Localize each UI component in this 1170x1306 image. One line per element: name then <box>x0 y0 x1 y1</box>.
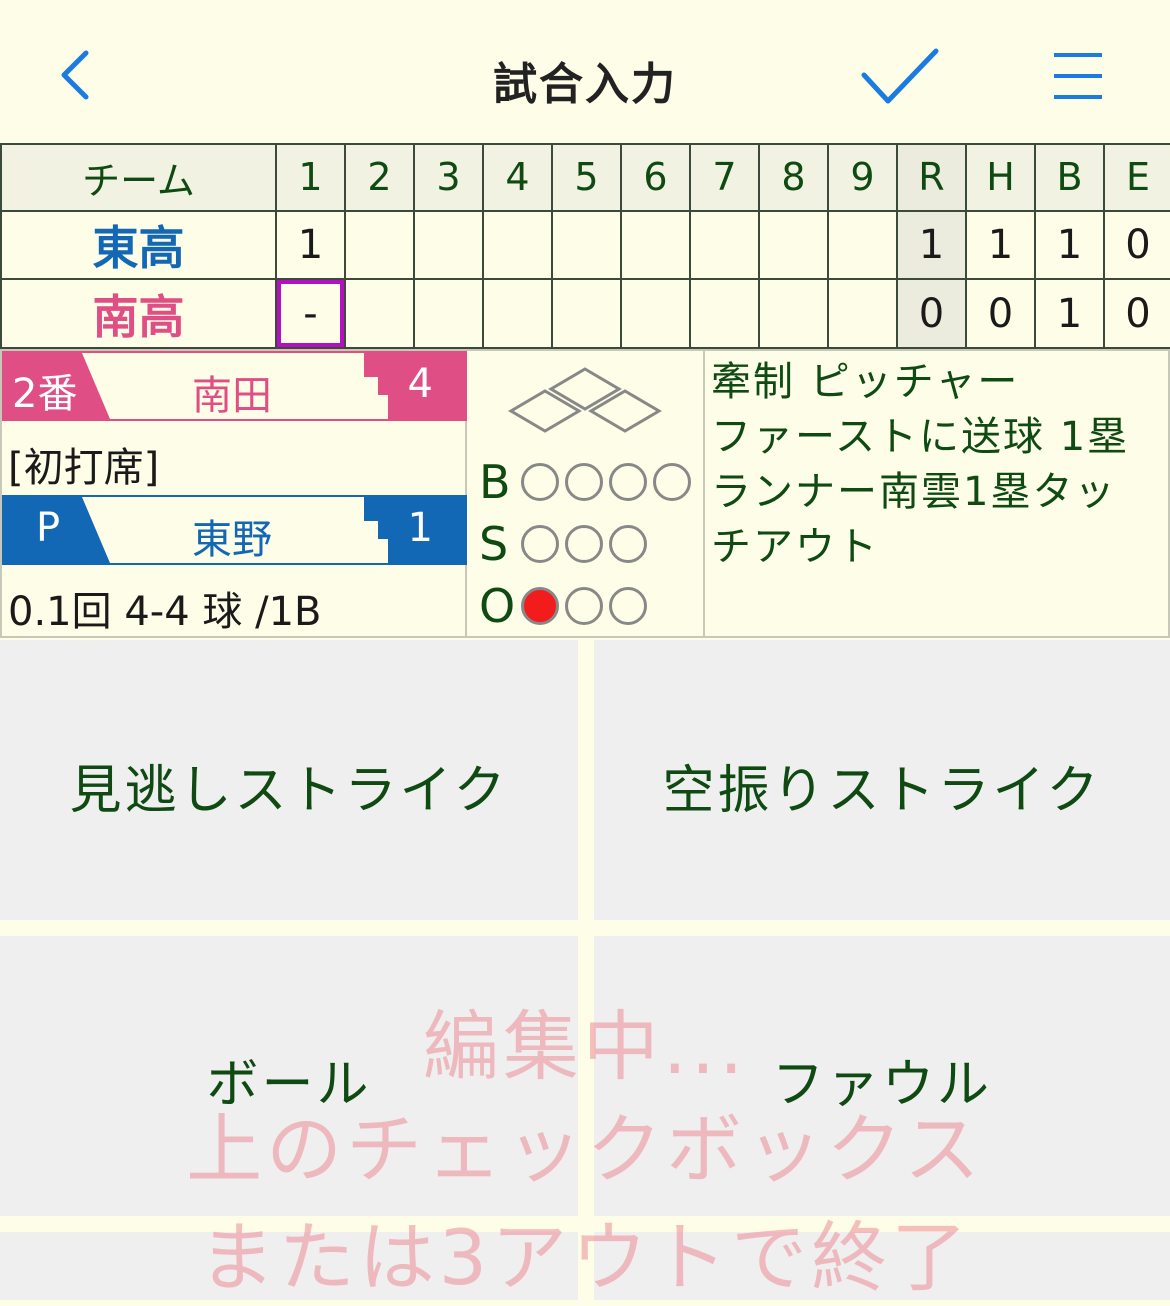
inning-cell[interactable] <box>689 209 760 281</box>
pitcher-number: 1 <box>407 505 433 551</box>
called-strike-button[interactable]: 見逃しストライク <box>0 640 578 920</box>
play-description: 牽制 ピッチャー ファーストに送球 1塁 ランナー南雲1塁タッ チアウト <box>711 355 1151 575</box>
inning-cell[interactable] <box>482 209 553 281</box>
inning-cell-selected[interactable]: - <box>275 278 346 349</box>
score-row-away: 東高 1 1 1 1 0 <box>0 209 1170 281</box>
count-panel: B S O <box>467 349 703 638</box>
hits-total-home: 0 <box>965 278 1036 349</box>
batter-bar[interactable]: 2番 南田 4 <box>2 351 467 421</box>
ball-dot[interactable] <box>653 463 691 501</box>
swinging-strike-button[interactable]: 空振りストライク <box>594 640 1170 920</box>
strike-dot[interactable] <box>565 525 603 563</box>
walks-total-home: 1 <box>1034 278 1105 349</box>
header-hits: H <box>965 143 1036 212</box>
batting-order: 2番 <box>12 371 78 417</box>
ball-dot[interactable] <box>609 463 647 501</box>
hits-total-away: 1 <box>965 209 1036 281</box>
header-inning-4: 4 <box>482 143 553 212</box>
inning-cell[interactable] <box>620 278 691 349</box>
foul-label-text: ファウル <box>771 1055 992 1115</box>
play-line: チアウト <box>711 524 879 570</box>
inning-cell[interactable] <box>344 209 415 281</box>
out-dot[interactable] <box>521 587 559 625</box>
batter-name: 南田 <box>192 373 272 419</box>
player-info-panel: 2番 南田 4 [初打席] P 東野 1 0.1回 4-4 球 /1B <box>0 349 467 638</box>
out-label: O <box>479 579 516 633</box>
pitcher-name: 東野 <box>192 517 272 563</box>
play-description-panel: 牽制 ピッチャー ファーストに送球 1塁 ランナー南雲1塁タッ チアウト <box>703 349 1170 638</box>
inning-cell[interactable] <box>758 209 829 281</box>
header-errors: E <box>1103 143 1170 212</box>
inning-cell[interactable] <box>689 278 760 349</box>
batter-position: 4 <box>407 361 433 407</box>
pitcher-label: P <box>36 505 61 551</box>
nav-bar: 試合入力 <box>0 0 1170 145</box>
checkmark-icon <box>861 48 939 104</box>
header-inning-9: 9 <box>827 143 898 212</box>
inning-cell[interactable] <box>413 209 484 281</box>
play-line: 牽制 ピッチャー <box>711 359 1020 405</box>
batter-note: [初打席] <box>8 445 160 491</box>
hamburger-menu-icon <box>1054 53 1102 99</box>
play-line: ファーストに送球 1塁 <box>711 414 1130 460</box>
header-walks: B <box>1034 143 1105 212</box>
extra-button-right[interactable] <box>594 1232 1170 1300</box>
header-inning-2: 2 <box>344 143 415 212</box>
called-strike-label: 見逃しストライク <box>69 761 509 821</box>
pitcher-bar[interactable]: P 東野 1 <box>2 495 467 565</box>
inning-cell[interactable] <box>413 278 484 349</box>
inning-cell[interactable] <box>551 278 622 349</box>
header-inning-6: 6 <box>620 143 691 212</box>
base-diamond-icon[interactable] <box>495 365 675 435</box>
page-title: 試合入力 <box>493 59 677 110</box>
inning-cell[interactable] <box>620 209 691 281</box>
header-team: チーム <box>0 143 277 212</box>
ball-label-text: ボール <box>206 1055 372 1115</box>
team-name-home: 南高 <box>0 278 277 349</box>
errors-total-home: 0 <box>1103 278 1170 349</box>
score-row-home: 南高 - 0 0 1 0 <box>0 278 1170 349</box>
team-name-away: 東高 <box>0 209 277 281</box>
strike-label: S <box>479 517 509 571</box>
runs-total-home: 0 <box>896 278 967 349</box>
strike-dot[interactable] <box>609 525 647 563</box>
out-dot[interactable] <box>565 587 603 625</box>
confirm-button[interactable] <box>860 45 940 107</box>
scoreboard-header: チーム 1 2 3 4 5 6 7 8 9 R H B E <box>0 143 1170 212</box>
scoreboard: チーム 1 2 3 4 5 6 7 8 9 R H B E 東高 1 1 1 1… <box>0 143 1170 349</box>
walks-total-away: 1 <box>1034 209 1105 281</box>
strike-dot[interactable] <box>521 525 559 563</box>
pitcher-stats: 0.1回 4-4 球 /1B <box>8 589 322 635</box>
inning-cell[interactable] <box>827 278 898 349</box>
menu-button[interactable] <box>1052 52 1104 100</box>
inning-cell[interactable] <box>758 278 829 349</box>
ball-button[interactable]: ボール <box>0 936 578 1216</box>
runs-total-away: 1 <box>896 209 967 281</box>
swinging-strike-label: 空振りストライク <box>662 761 1102 821</box>
ball-label: B <box>479 455 511 509</box>
inning-cell[interactable] <box>827 209 898 281</box>
foul-button[interactable]: ファウル <box>594 936 1170 1216</box>
ball-dot[interactable] <box>565 463 603 501</box>
header-runs: R <box>896 143 967 212</box>
errors-total-away: 0 <box>1103 209 1170 281</box>
header-inning-8: 8 <box>758 143 829 212</box>
inning-cell[interactable] <box>482 278 553 349</box>
inning-cell[interactable] <box>551 209 622 281</box>
header-inning-1: 1 <box>275 143 346 212</box>
extra-button-left[interactable] <box>0 1232 578 1300</box>
ball-dot[interactable] <box>521 463 559 501</box>
play-line: ランナー南雲1塁タッ <box>711 469 1117 515</box>
out-dot[interactable] <box>609 587 647 625</box>
inning-cell[interactable]: 1 <box>275 209 346 281</box>
header-inning-3: 3 <box>413 143 484 212</box>
header-inning-5: 5 <box>551 143 622 212</box>
header-inning-7: 7 <box>689 143 760 212</box>
inning-cell[interactable] <box>344 278 415 349</box>
